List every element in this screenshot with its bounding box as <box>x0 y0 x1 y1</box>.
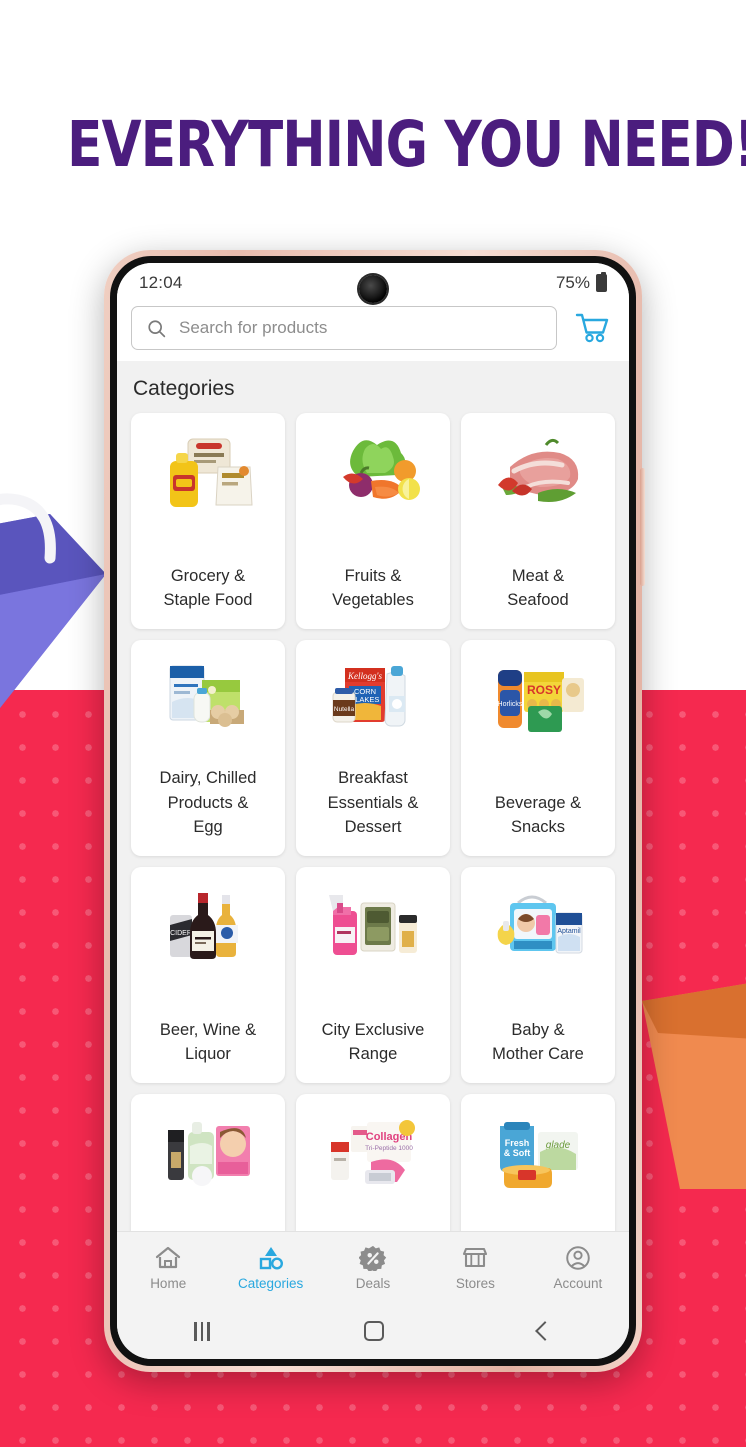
back-icon[interactable] <box>534 1321 555 1341</box>
android-navigation-bar <box>117 1303 629 1359</box>
nav-item-account[interactable]: Account <box>527 1245 629 1291</box>
health-wellness-image: Collagen Tri-Peptide 1000 <box>319 1108 427 1204</box>
status-indicators: 75% <box>555 272 607 293</box>
beer-wine-liquor-image: CIDER <box>154 881 262 977</box>
home-icon[interactable] <box>363 1321 384 1341</box>
search-input[interactable]: Search for products <box>131 306 557 350</box>
svg-text:Nutella: Nutella <box>334 706 355 713</box>
category-card-breakfast-essentials-dessert[interactable]: Kellogg's CORN FLAKES Nutella Breakfast … <box>296 640 450 856</box>
beauty-personal-care-image <box>154 1108 262 1204</box>
categories-screen: Categories Grocery & Staple Food Fruits … <box>117 361 629 1231</box>
nav-item-stores[interactable]: Stores <box>424 1245 526 1291</box>
svg-text:Kellogg's: Kellogg's <box>347 671 382 681</box>
category-card-beverage-snacks[interactable]: Horlicks ROSY Beverage & Snacks <box>461 640 615 856</box>
phone-screen: 12:04 75% Search for products Categories… <box>117 263 629 1359</box>
cart-button[interactable] <box>569 306 615 350</box>
front-camera-icon <box>359 275 387 303</box>
categories-icon <box>259 1246 283 1270</box>
svg-text:& Soft: & Soft <box>504 1148 531 1158</box>
category-card-dairy-chilled-egg[interactable]: Dairy, Chilled Products & Egg <box>131 640 285 856</box>
battery-icon <box>596 272 607 292</box>
svg-text:Aptamil: Aptamil <box>557 928 581 935</box>
nav-label: Deals <box>355 1275 391 1291</box>
grocery-staple-food-image <box>154 427 262 523</box>
category-label: Dairy, Chilled Products & Egg <box>159 768 257 837</box>
nav-label: Home <box>150 1275 187 1291</box>
category-label: City Exclusive Range <box>321 1020 425 1064</box>
category-card-baby-mother-care[interactable]: Aptamil Baby & Mother Care <box>461 867 615 1083</box>
status-bar: 12:04 75% <box>117 263 629 303</box>
category-label: Meat & Seafood <box>507 566 569 610</box>
shopping-cart-icon <box>575 313 609 343</box>
nav-item-home[interactable]: Home <box>117 1245 219 1291</box>
battery-percent: 75% <box>555 273 590 292</box>
category-label: Grocery & Staple Food <box>163 566 253 610</box>
svg-text:Tri-Peptide 1000: Tri-Peptide 1000 <box>365 1145 413 1152</box>
category-card-household-cleaning[interactable]: Fresh & Soft glade <box>461 1094 615 1231</box>
category-card-beer-wine-liquor[interactable]: CIDER Beer, Wine & Liquor <box>131 867 285 1083</box>
nav-label: Stores <box>455 1275 495 1291</box>
store-icon <box>463 1247 488 1267</box>
category-label: Beer, Wine & Liquor <box>159 1020 257 1064</box>
status-time: 12:04 <box>139 273 183 292</box>
svg-text:ROSY: ROSY <box>527 683 561 697</box>
category-label: Beverage & Snacks <box>494 793 582 837</box>
promo-headline: EVERYTHING YOU NEED! <box>67 108 746 181</box>
nav-item-deals[interactable]: Deals <box>322 1245 424 1291</box>
shopping-bag-orange-icon <box>642 983 746 1189</box>
app-header: Search for products <box>117 303 629 361</box>
account-icon <box>566 1245 590 1270</box>
power-button[interactable] <box>640 468 645 586</box>
household-cleaning-image: Fresh & Soft glade <box>484 1108 592 1204</box>
category-label: Baby & Mother Care <box>492 1020 584 1064</box>
search-icon <box>148 319 166 337</box>
nav-label: Categories <box>237 1275 304 1291</box>
search-placeholder: Search for products <box>179 318 328 337</box>
recents-icon[interactable] <box>194 1321 210 1341</box>
baby-mother-care-image: Aptamil <box>484 881 592 977</box>
page-title: Categories <box>133 377 235 400</box>
phone-device: 12:04 75% Search for products Categories… <box>104 250 645 1372</box>
category-card-grocery-staple-food[interactable]: Grocery & Staple Food <box>131 413 285 629</box>
nav-label: Account <box>553 1275 603 1291</box>
dairy-chilled-egg-image <box>154 654 262 750</box>
fruits-vegetables-image <box>319 427 427 523</box>
category-card-meat-seafood[interactable]: Meat & Seafood <box>461 413 615 629</box>
category-card-beauty-personal-care[interactable] <box>131 1094 285 1231</box>
svg-text:Horlicks: Horlicks <box>498 701 523 708</box>
deals-badge-icon <box>359 1245 387 1271</box>
category-label: Fruits & Vegetables <box>332 566 414 610</box>
city-exclusive-range-image <box>319 881 427 977</box>
category-label: Breakfast Essentials & Dessert <box>327 768 419 837</box>
category-card-fruits-vegetables[interactable]: Fruits & Vegetables <box>296 413 450 629</box>
svg-text:CIDER: CIDER <box>170 930 192 937</box>
beverage-snacks-image: Horlicks ROSY <box>484 654 592 750</box>
meat-seafood-image <box>484 427 592 523</box>
home-icon <box>156 1246 181 1268</box>
svg-text:Fresh: Fresh <box>505 1138 530 1148</box>
category-card-health-wellness[interactable]: Collagen Tri-Peptide 1000 <box>296 1094 450 1231</box>
category-grid: Grocery & Staple Food Fruits & Vegetable… <box>131 413 615 1231</box>
breakfast-essentials-dessert-image: Kellogg's CORN FLAKES Nutella <box>319 654 427 750</box>
category-card-city-exclusive-range[interactable]: City Exclusive Range <box>296 867 450 1083</box>
nav-item-categories[interactable]: Categories <box>219 1245 321 1291</box>
phone-bezel: 12:04 75% Search for products Categories… <box>110 256 636 1366</box>
bottom-navigation: Home Categories Deals Stores Account <box>117 1231 629 1303</box>
